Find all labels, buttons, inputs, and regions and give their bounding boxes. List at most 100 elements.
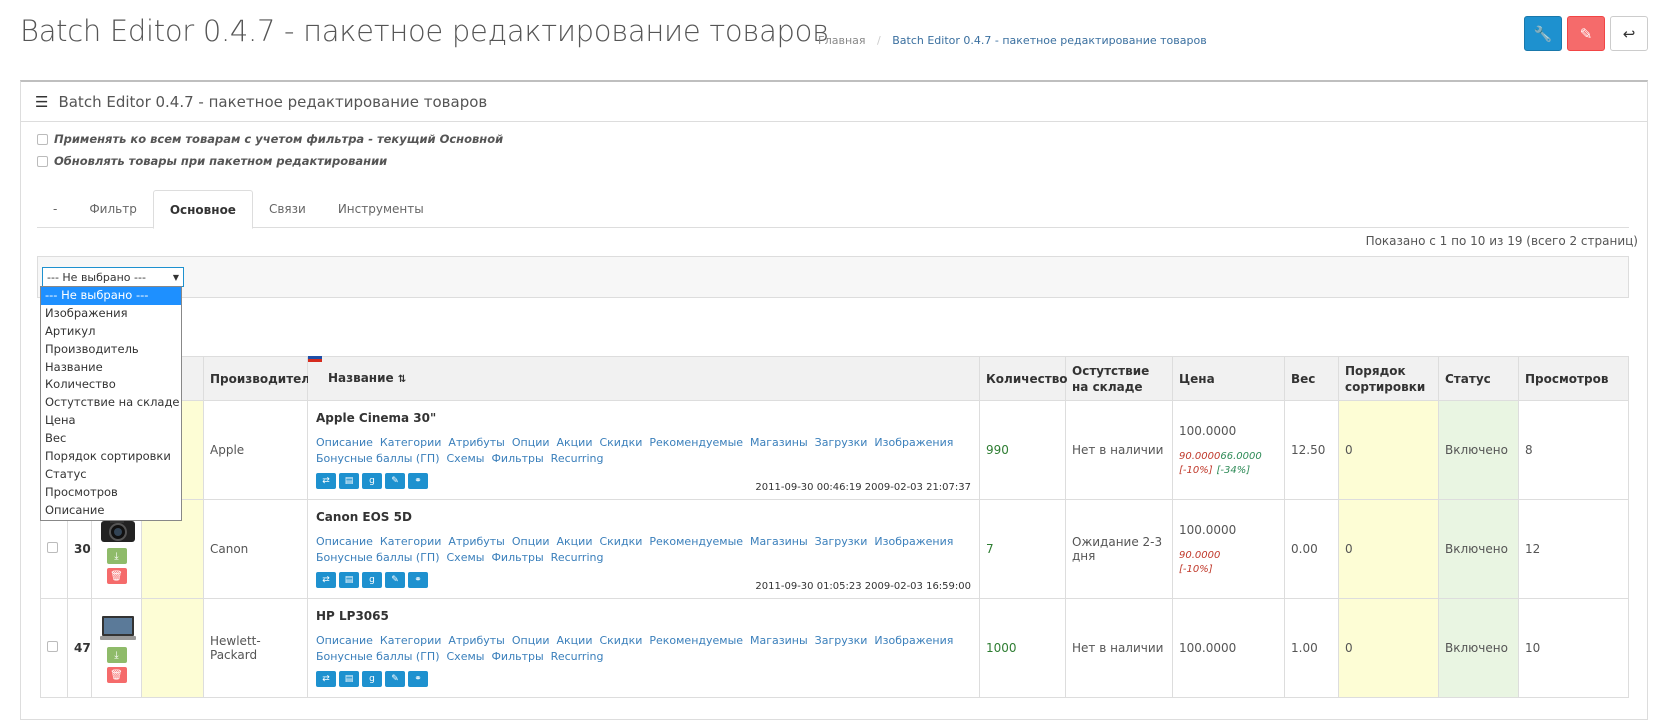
link-attributes[interactable]: Атрибуты xyxy=(448,535,504,548)
link-layouts[interactable]: Схемы xyxy=(447,551,485,564)
dropdown-option[interactable]: Изображения xyxy=(41,305,181,323)
link-related[interactable]: Рекомендуемые xyxy=(649,634,743,647)
exchange-icon[interactable]: ⇄ xyxy=(316,671,336,687)
link-icon[interactable]: ⚭ xyxy=(408,572,428,588)
col-quantity[interactable]: Количество xyxy=(979,356,1068,401)
link-images[interactable]: Изображения xyxy=(874,535,953,548)
dropdown-option[interactable]: Остутствие на складе xyxy=(41,394,181,412)
row-name[interactable]: Apple Cinema 30" xyxy=(316,411,971,425)
row-sort-order[interactable]: 0 xyxy=(1338,400,1439,500)
dropdown-option[interactable]: Вес xyxy=(41,430,181,448)
col-name[interactable]: Название ⇅ xyxy=(307,353,980,401)
trash-icon[interactable]: 🗑 xyxy=(106,568,127,584)
tab-tools[interactable]: Инструменты xyxy=(322,190,440,227)
clear-button[interactable]: ✎ xyxy=(1567,16,1605,51)
dropdown-option[interactable]: Артикул xyxy=(41,323,181,341)
row-sku[interactable] xyxy=(141,598,204,698)
link-discounts[interactable]: Скидки xyxy=(599,535,642,548)
row-price[interactable]: 100.0000 xyxy=(1179,523,1278,537)
tab-dash[interactable]: - xyxy=(37,190,73,227)
google-icon[interactable]: g xyxy=(362,473,382,489)
link-downloads[interactable]: Загрузки xyxy=(815,634,868,647)
col-weight[interactable]: Вес xyxy=(1284,356,1339,401)
link-options[interactable]: Опции xyxy=(512,634,550,647)
link-images[interactable]: Изображения xyxy=(874,634,953,647)
link-specials[interactable]: Акции xyxy=(557,634,593,647)
link-description[interactable]: Описание xyxy=(316,634,373,647)
row-checkbox[interactable] xyxy=(47,542,58,553)
breadcrumb-home[interactable]: Главная xyxy=(818,34,866,47)
row-quantity[interactable]: 1000 xyxy=(979,598,1066,698)
link-specials[interactable]: Акции xyxy=(557,535,593,548)
row-quantity[interactable]: 7 xyxy=(979,499,1066,599)
link-options[interactable]: Опции xyxy=(512,535,550,548)
row-status[interactable]: Включено xyxy=(1438,499,1519,599)
option-apply-all[interactable]: Применять ко всем товарам с учетом фильт… xyxy=(37,132,503,146)
link-reward-points[interactable]: Бонусные баллы (ГП) xyxy=(316,650,440,663)
monitor-thumbnail[interactable] xyxy=(98,613,138,643)
sort-alpha-icon[interactable]: ⇅ xyxy=(398,374,406,385)
link-reward-points[interactable]: Бонусные баллы (ГП) xyxy=(316,452,440,465)
link-recurring[interactable]: Recurring xyxy=(551,452,604,465)
link-stores[interactable]: Магазины xyxy=(750,634,808,647)
file-icon[interactable]: ▤ xyxy=(339,572,359,588)
option-update-products[interactable]: Обновлять товары при пакетном редактиров… xyxy=(37,154,387,168)
row-status[interactable]: Включено xyxy=(1438,400,1519,500)
link-options[interactable]: Опции xyxy=(512,436,550,449)
link-categories[interactable]: Категории xyxy=(380,535,442,548)
google-icon[interactable]: g xyxy=(362,572,382,588)
settings-button[interactable]: 🔧 xyxy=(1524,16,1562,51)
row-manufacturer[interactable]: Apple xyxy=(203,400,308,500)
link-filters[interactable]: Фильтры xyxy=(491,551,543,564)
col-manufacturer[interactable]: Производитель xyxy=(203,356,318,401)
edit-icon[interactable]: ✎ xyxy=(385,671,405,687)
row-checkbox[interactable] xyxy=(47,641,58,652)
row-stock-status[interactable]: Нет в наличии xyxy=(1065,400,1173,500)
update-products-checkbox[interactable] xyxy=(37,155,48,167)
row-status[interactable]: Включено xyxy=(1438,598,1519,698)
edit-icon[interactable]: ✎ xyxy=(385,572,405,588)
link-reward-points[interactable]: Бонусные баллы (ГП) xyxy=(316,551,440,564)
field-select[interactable]: --- Не выбрано --- ▼ xyxy=(42,267,184,287)
link-categories[interactable]: Категории xyxy=(380,436,442,449)
dropdown-option[interactable]: Описание xyxy=(41,502,181,520)
trash-icon[interactable]: 🗑 xyxy=(106,667,127,683)
link-attributes[interactable]: Атрибуты xyxy=(448,634,504,647)
link-related[interactable]: Рекомендуемые xyxy=(649,535,743,548)
link-icon[interactable]: ⚭ xyxy=(408,473,428,489)
row-sort-order[interactable]: 0 xyxy=(1338,598,1439,698)
upload-icon[interactable]: ⤓ xyxy=(106,548,127,564)
row-weight[interactable]: 12.50 xyxy=(1284,400,1339,500)
edit-icon[interactable]: ✎ xyxy=(385,473,405,489)
tab-filter[interactable]: Фильтр xyxy=(73,190,152,227)
row-stock-status[interactable]: Ожидание 2-3 дня xyxy=(1065,499,1173,599)
link-categories[interactable]: Категории xyxy=(380,634,442,647)
link-description[interactable]: Описание xyxy=(316,535,373,548)
row-name[interactable]: HP LP3065 xyxy=(316,609,971,623)
link-downloads[interactable]: Загрузки xyxy=(815,535,868,548)
link-recurring[interactable]: Recurring xyxy=(551,551,604,564)
col-views[interactable]: Просмотров xyxy=(1518,356,1629,401)
dropdown-option[interactable]: Порядок сортировки xyxy=(41,448,181,466)
link-recurring[interactable]: Recurring xyxy=(551,650,604,663)
link-downloads[interactable]: Загрузки xyxy=(815,436,868,449)
link-related[interactable]: Рекомендуемые xyxy=(649,436,743,449)
file-icon[interactable]: ▤ xyxy=(339,473,359,489)
link-icon[interactable]: ⚭ xyxy=(408,671,428,687)
row-weight[interactable]: 1.00 xyxy=(1284,598,1339,698)
row-name[interactable]: Canon EOS 5D xyxy=(316,510,971,524)
dropdown-option[interactable]: Статус xyxy=(41,466,181,484)
dropdown-option[interactable]: Просмотров xyxy=(41,484,181,502)
dropdown-option[interactable]: Производитель xyxy=(41,341,181,359)
link-description[interactable]: Описание xyxy=(316,436,373,449)
back-button[interactable]: ↩ xyxy=(1610,16,1648,51)
link-stores[interactable]: Магазины xyxy=(750,535,808,548)
col-sort-order[interactable]: Порядок сортировки xyxy=(1338,356,1439,401)
link-specials[interactable]: Акции xyxy=(557,436,593,449)
col-stock-status[interactable]: Остутствие на складе xyxy=(1065,356,1173,401)
row-price[interactable]: 100.0000 xyxy=(1179,641,1278,655)
file-icon[interactable]: ▤ xyxy=(339,671,359,687)
link-attributes[interactable]: Атрибуты xyxy=(448,436,504,449)
link-filters[interactable]: Фильтры xyxy=(491,650,543,663)
link-layouts[interactable]: Схемы xyxy=(447,650,485,663)
